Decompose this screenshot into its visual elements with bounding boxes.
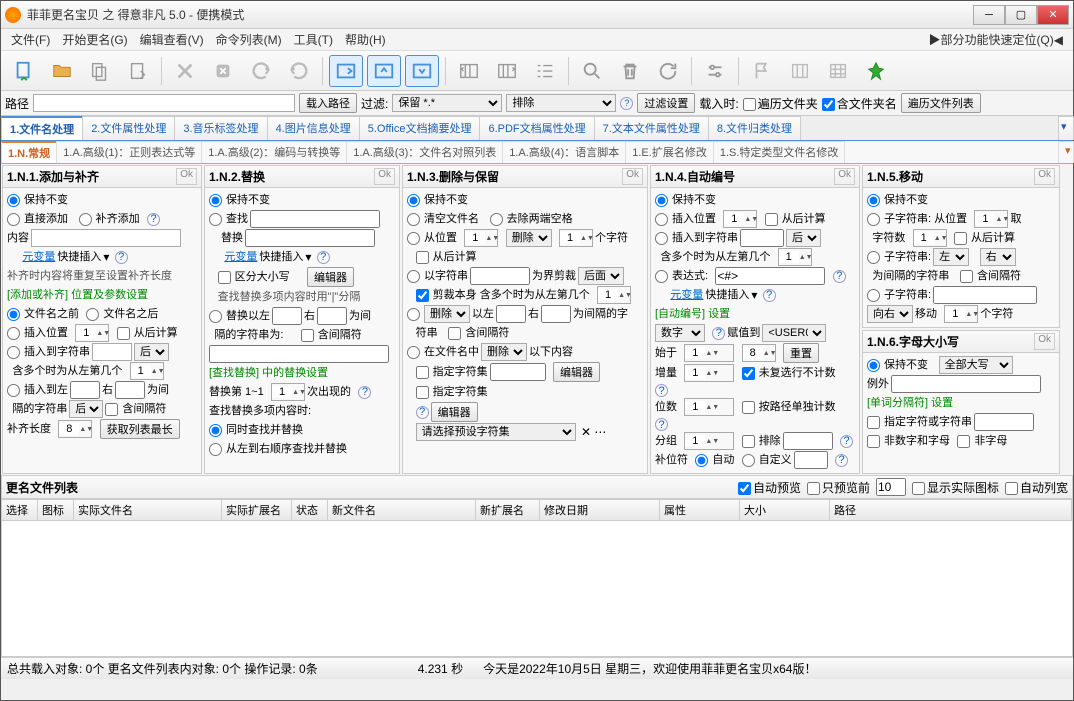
grid-icon[interactable]: [821, 55, 855, 87]
undo-icon[interactable]: [244, 55, 278, 87]
subtab-ext[interactable]: 1.E.扩展名修改: [625, 141, 714, 163]
path-input[interactable]: [33, 94, 295, 112]
panel-up-icon[interactable]: [367, 55, 401, 87]
close-button[interactable]: ✕: [1037, 5, 1069, 25]
path-label: 路径: [5, 95, 29, 112]
app-icon: [5, 7, 21, 23]
tabs-main: 1.文件名处理 2.文件属性处理 3.音乐标签处理 4.图片信息处理 5.Off…: [1, 116, 1073, 141]
panels-row: 1.N.1.添加与补齐Ok 保持不变 直接添加 补齐添加 ? 内容 元变量快捷插…: [1, 164, 1073, 475]
tabs-sub: 1.N.常规 1.A.高级(1)：正则表达式等 1.A.高级(2)：编码与转换等…: [1, 141, 1073, 164]
copy-icon[interactable]: [83, 55, 117, 87]
tab-classify[interactable]: 8.文件归类处理: [708, 116, 801, 140]
loadtime-label: 载入时:: [699, 95, 738, 112]
menu-edit[interactable]: 编辑查看(V): [134, 29, 210, 50]
paste-icon[interactable]: [121, 55, 155, 87]
col-left-icon[interactable]: [452, 55, 486, 87]
menu-start[interactable]: 开始更名(G): [56, 29, 133, 50]
col-right-icon[interactable]: [490, 55, 524, 87]
refresh-icon[interactable]: [651, 55, 685, 87]
filter-sort-select[interactable]: 排除: [506, 94, 616, 112]
menu-bar: 文件(F) 开始更名(G) 编辑查看(V) 命令列表(M) 工具(T) 帮助(H…: [1, 29, 1073, 51]
filter-label: 过滤:: [361, 95, 388, 112]
help-icon[interactable]: ?: [620, 97, 633, 110]
panel-right-icon[interactable]: [329, 55, 363, 87]
path-bar: 路径 载入路径 过滤: 保留 *.* 排除 ? 过滤设置 载入时: 遍历文件夹 …: [1, 91, 1073, 116]
subtab-normal[interactable]: 1.N.常规: [1, 141, 57, 163]
settings-icon[interactable]: [698, 55, 732, 87]
preview-count[interactable]: [876, 478, 906, 496]
table-header: 选择 图标 实际文件名 实际扩展名 状态 新文件名 新扩展名 修改日期 属性 大…: [1, 499, 1073, 521]
panel-case: 1.N.6.字母大小写Ok 保持不变 全部大写 例外 [单词分隔符] 设置 指定…: [862, 330, 1060, 474]
trash-icon[interactable]: [613, 55, 647, 87]
tab-dropdown[interactable]: ▾: [1058, 116, 1074, 140]
search-icon[interactable]: [575, 55, 609, 87]
tab-music[interactable]: 3.音乐标签处理: [174, 116, 267, 140]
tab-filename[interactable]: 1.文件名处理: [1, 116, 83, 140]
new-file-icon[interactable]: [7, 55, 41, 87]
flag-icon[interactable]: [745, 55, 779, 87]
panel-delete: 1.N.3.删除与保留Ok 保持不变 清空文件名 去除两端空格 从位置 ▲▼ 删…: [402, 165, 648, 474]
tab-fileattr[interactable]: 2.文件属性处理: [82, 116, 175, 140]
toolbar: [1, 51, 1073, 91]
filter-settings-button[interactable]: 过滤设置: [637, 93, 695, 113]
menu-tools[interactable]: 工具(T): [288, 29, 339, 50]
window-title: 菲菲更名宝贝 之 得意非凡 5.0 - 便携模式: [27, 6, 973, 23]
ok-button[interactable]: Ok: [176, 168, 197, 185]
status-bar: 总共载入对象: 0个 更名文件列表内对象: 0个 操作记录: 0条 4.231 …: [1, 657, 1073, 679]
tab-office[interactable]: 5.Office文档摘要处理: [359, 116, 481, 140]
panel-down-icon[interactable]: [405, 55, 439, 87]
delete-icon[interactable]: [168, 55, 202, 87]
maximize-button[interactable]: ▢: [1005, 5, 1037, 25]
tab-pdf[interactable]: 6.PDF文档属性处理: [479, 116, 594, 140]
menu-quicknav[interactable]: ▶部分功能快速定位(Q)◀: [922, 29, 1069, 50]
recurse-check[interactable]: 遍历文件夹: [743, 95, 818, 112]
open-folder-icon[interactable]: [45, 55, 79, 87]
title-bar: 菲菲更名宝贝 之 得意非凡 5.0 - 便携模式 ─ ▢ ✕: [1, 1, 1073, 29]
panel-replace: 1.N.2.替换Ok 保持不变 查找 替换 元变量快捷插入▾ ? 区分大小写 编…: [204, 165, 400, 474]
panel-move: 1.N.5.移动Ok 保持不变 子字符串: 从位置 ▲▼取 字符数 ▲▼ 从后计…: [862, 165, 1060, 328]
menu-help[interactable]: 帮助(H): [339, 29, 392, 50]
load-path-button[interactable]: 载入路径: [299, 93, 357, 113]
cols-icon[interactable]: [783, 55, 817, 87]
redo-icon[interactable]: [282, 55, 316, 87]
stop-icon[interactable]: [206, 55, 240, 87]
table-body[interactable]: [1, 521, 1073, 657]
subtab-dropdown[interactable]: ▾: [1058, 141, 1074, 163]
list-icon[interactable]: [528, 55, 562, 87]
menu-cmdlist[interactable]: 命令列表(M): [210, 29, 288, 50]
subtab-special[interactable]: 1.S.特定类型文件名修改: [713, 141, 846, 163]
pin-icon[interactable]: [859, 55, 893, 87]
tab-image[interactable]: 4.图片信息处理: [267, 116, 360, 140]
tab-text[interactable]: 7.文本文件属性处理: [594, 116, 709, 140]
subtab-mapping[interactable]: 1.A.高级(3)：文件名对照列表: [346, 141, 503, 163]
minimize-button[interactable]: ─: [973, 5, 1005, 25]
recurse-list-button[interactable]: 遍历文件列表: [901, 93, 981, 113]
subtab-script[interactable]: 1.A.高级(4)：语言脚本: [502, 141, 626, 163]
getmax-button[interactable]: 获取列表最长: [100, 419, 180, 439]
filter-keep-select[interactable]: 保留 *.*: [392, 94, 502, 112]
subtab-regex[interactable]: 1.A.高级(1)：正则表达式等: [56, 141, 202, 163]
menu-file[interactable]: 文件(F): [5, 29, 56, 50]
panel-add: 1.N.1.添加与补齐Ok 保持不变 直接添加 补齐添加 ? 内容 元变量快捷插…: [2, 165, 202, 474]
content-input[interactable]: [31, 229, 181, 247]
subtab-encode[interactable]: 1.A.高级(2)：编码与转换等: [201, 141, 347, 163]
panel-number: 1.N.4.自动编号Ok 保持不变 插入位置 ▲▼ 从后计算 插入到字符串后 含…: [650, 165, 860, 474]
incdir-check[interactable]: 含文件夹名: [822, 95, 897, 112]
list-header: 更名文件列表 自动预览 只预览前 显示实际图标 自动列宽: [1, 475, 1073, 499]
